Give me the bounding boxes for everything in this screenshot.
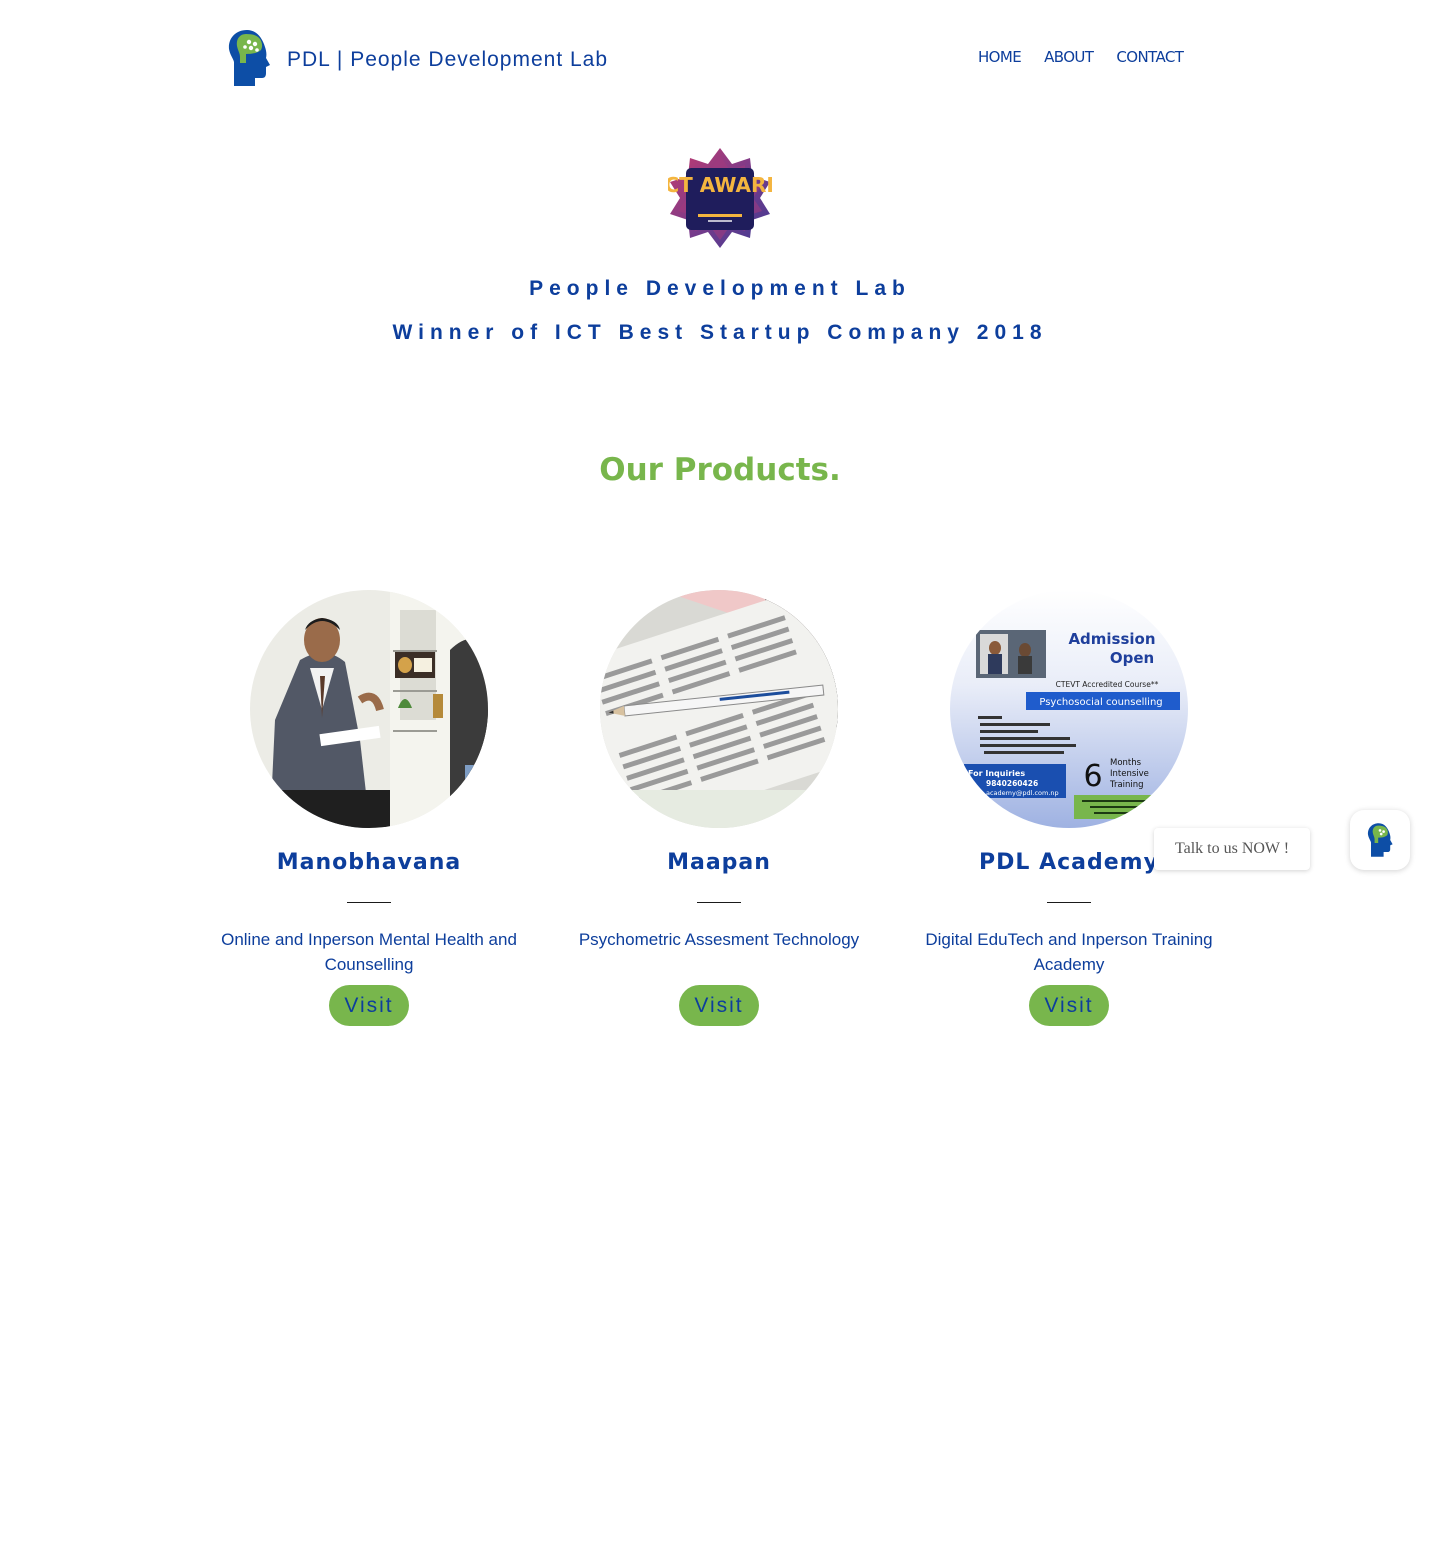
title-divider [697,902,741,903]
product-description: Digital EduTech and Inperson Training Ac… [925,930,1213,974]
flyer-banner: Psychosocial counselling [1039,697,1162,708]
flyer-months: Months [1110,758,1142,768]
visit-manobhavana-button[interactable]: Visit [329,985,409,1026]
main-nav: HOME ABOUT CONTACT [978,48,1184,66]
product-description: Online and Inperson Mental Health and Co… [221,930,517,974]
award-badge-title: ICT AWARD [668,173,772,197]
product-card-maapan: Maapan Psychometric Assesment Technology… [559,590,879,1026]
site-title-link[interactable]: PDL | People Development Lab [287,48,608,72]
products-heading: Our Products. [599,452,841,488]
nav-about-link[interactable]: ABOUT [1044,48,1094,66]
head-brain-logo-icon [1367,823,1393,857]
flyer-big-number: 6 [1083,759,1102,794]
title-divider [347,902,391,903]
flyer-title-1: Admission [1068,630,1155,648]
counselling-session-photo [250,590,488,828]
chat-prompt-bubble[interactable]: Talk to us NOW ! [1154,828,1310,870]
title-divider [1047,902,1091,903]
flyer-intensive: Intensive [1110,769,1149,779]
site-header: PDL | People Development Lab HOME ABOUT … [0,0,1440,110]
hero-award-text: Winner of ICT Best Startup Company 2018 [392,321,1048,344]
hero-company-name: People Development Lab [529,277,911,300]
flyer-course: CTEVT Accredited Course** [1056,680,1159,689]
product-title: Maapan [667,850,771,875]
ict-award-badge: ICT AWARD [668,148,772,248]
chat-launcher-button[interactable] [1350,810,1410,870]
product-description: Psychometric Assesment Technology [578,930,860,949]
answer-sheet-pencil-photo [600,590,838,828]
flyer-email: academy@pdl.com.np [986,789,1059,797]
head-brain-logo-icon [228,30,270,86]
visit-maapan-button[interactable]: Visit [679,985,759,1026]
product-title: Manobhavana [276,850,462,875]
nav-home-link[interactable]: HOME [978,48,1022,66]
product-card-pdl-academy: Admission Open CTEVT Accredited Course**… [909,590,1229,1026]
flyer-phone: 9840260426 [986,779,1038,788]
flyer-training: Training [1109,780,1144,790]
product-card-manobhavana: Manobhavana Online and Inperson Mental H… [209,590,529,1026]
visit-pdl-academy-button[interactable]: Visit [1029,985,1109,1026]
flyer-inquiries: For Inquiries [968,769,1025,778]
flyer-title-2: Open [1110,649,1154,667]
admission-open-flyer: Admission Open CTEVT Accredited Course**… [950,590,1188,828]
nav-contact-link[interactable]: CONTACT [1116,48,1184,66]
